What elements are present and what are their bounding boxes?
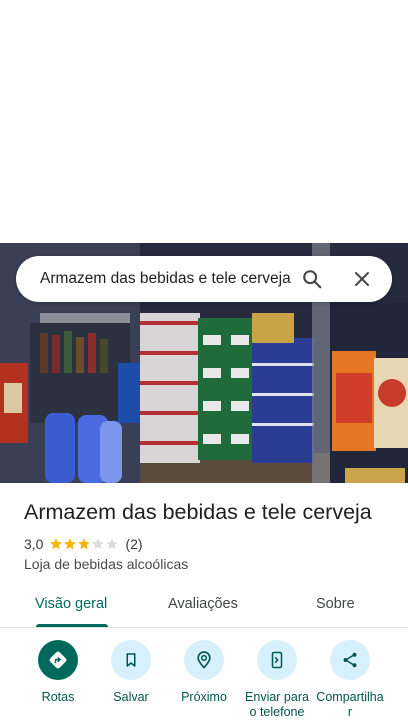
star-filled-icon xyxy=(78,538,91,550)
star-filled-icon xyxy=(64,538,77,550)
send-to-phone-label: Enviar para o telefone xyxy=(245,690,309,719)
active-tab-indicator xyxy=(36,624,108,627)
nearby-button[interactable]: Próximo xyxy=(164,640,244,705)
star-filled-icon xyxy=(50,538,63,550)
share-button[interactable]: Compartilhar xyxy=(310,640,390,720)
tab-bar: Visão geral Avaliações Sobre xyxy=(0,586,408,628)
rating-row[interactable]: 3,0 (2) xyxy=(24,536,143,552)
star-empty-icon xyxy=(92,538,105,550)
search-icon[interactable] xyxy=(294,261,330,297)
directions-button[interactable]: Rotas xyxy=(18,640,98,705)
tab-overview[interactable]: Visão geral xyxy=(35,596,107,612)
star-rating xyxy=(49,537,119,551)
close-icon[interactable] xyxy=(344,261,380,297)
tab-reviews[interactable]: Avaliações xyxy=(168,596,238,612)
place-category: Loja de bebidas alcoólicas xyxy=(24,556,189,572)
save-button[interactable]: Salvar xyxy=(91,640,171,705)
send-to-phone-button[interactable]: Enviar para o telefone xyxy=(237,640,317,720)
action-bar: Rotas Salvar Próximo Enviar para o telef… xyxy=(0,640,408,726)
place-title: Armazem das bebidas e tele cerveja xyxy=(24,500,372,524)
search-input[interactable]: Armazem das bebidas e tele cerveja xyxy=(40,270,294,288)
share-icon xyxy=(330,640,370,680)
nearby-label: Próximo xyxy=(181,690,227,704)
tab-about[interactable]: Sobre xyxy=(316,596,355,612)
directions-label: Rotas xyxy=(41,690,75,704)
nearby-icon xyxy=(184,640,224,680)
save-label: Salvar xyxy=(113,690,149,704)
map-area-blank xyxy=(0,0,408,243)
rating-value: 3,0 xyxy=(24,536,44,552)
bookmark-icon xyxy=(111,640,151,680)
share-label: Compartilhar xyxy=(316,690,384,719)
review-count[interactable]: (2) xyxy=(125,536,142,552)
search-bar[interactable]: Armazem das bebidas e tele cerveja xyxy=(16,256,392,302)
star-empty-icon xyxy=(106,538,119,550)
directions-icon xyxy=(38,640,78,680)
send-to-phone-icon xyxy=(257,640,297,680)
